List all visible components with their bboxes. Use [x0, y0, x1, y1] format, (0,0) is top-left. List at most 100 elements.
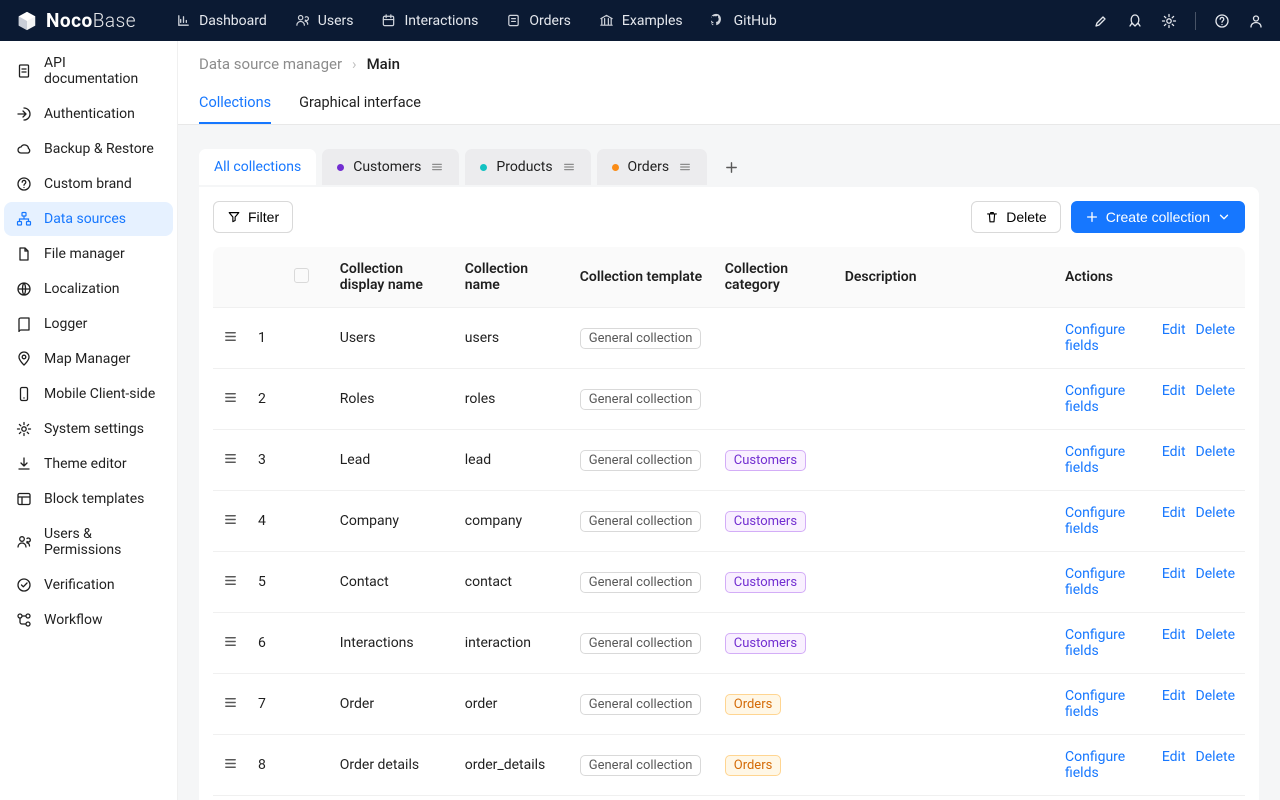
delete-link[interactable]: Delete: [1196, 749, 1235, 781]
order-icon: [506, 13, 521, 28]
filter-button[interactable]: Filter: [213, 201, 293, 233]
cell-description: [835, 308, 1055, 369]
topnav-item-examples[interactable]: Examples: [587, 7, 695, 35]
drag-handle-icon[interactable]: [223, 390, 238, 405]
delete-link[interactable]: Delete: [1196, 322, 1235, 354]
configure-fields-link[interactable]: Configure fields: [1065, 627, 1152, 659]
sidebar-item-label: Mobile Client-side: [44, 386, 155, 402]
inner-tabs: Collections Graphical interface: [178, 83, 1280, 125]
edit-link[interactable]: Edit: [1162, 444, 1186, 476]
configure-fields-link[interactable]: Configure fields: [1065, 444, 1152, 476]
cell-display-name: Company: [330, 491, 455, 552]
breadcrumb-parent[interactable]: Data source manager: [199, 55, 342, 73]
edit-link[interactable]: Edit: [1162, 627, 1186, 659]
cell-description: [835, 613, 1055, 674]
configure-fields-link[interactable]: Configure fields: [1065, 566, 1152, 598]
menu-icon[interactable]: [678, 160, 692, 174]
drag-handle-icon[interactable]: [223, 451, 238, 466]
edit-link[interactable]: Edit: [1162, 505, 1186, 537]
sidebar-item-logger[interactable]: Logger: [4, 307, 173, 341]
sidebar-item-workflow[interactable]: Workflow: [4, 603, 173, 637]
highlight-icon[interactable]: [1093, 13, 1109, 29]
topnav-item-github[interactable]: GitHub: [699, 7, 789, 35]
category-tab-customers[interactable]: Customers: [322, 149, 459, 185]
select-all-checkbox[interactable]: [294, 268, 309, 283]
cell-description: [835, 430, 1055, 491]
user-icon[interactable]: [1248, 13, 1264, 29]
tab-graphical-interface[interactable]: Graphical interface: [299, 83, 421, 124]
menu-icon[interactable]: [562, 160, 576, 174]
topnav-label: Examples: [622, 13, 683, 29]
configure-fields-link[interactable]: Configure fields: [1065, 383, 1152, 415]
question-icon: [16, 176, 32, 192]
category-tab-products[interactable]: Products: [465, 149, 590, 185]
drag-handle-icon[interactable]: [223, 695, 238, 710]
sidebar-item-api-documentation[interactable]: API documentation: [4, 46, 173, 96]
sidebar-item-map-manager[interactable]: Map Manager: [4, 342, 173, 376]
edit-link[interactable]: Edit: [1162, 383, 1186, 415]
sidebar-item-mobile-client-side[interactable]: Mobile Client-side: [4, 377, 173, 411]
configure-fields-link[interactable]: Configure fields: [1065, 322, 1152, 354]
sidebar-item-file-manager[interactable]: File manager: [4, 237, 173, 271]
th-description: Description: [835, 247, 1055, 308]
configure-fields-link[interactable]: Configure fields: [1065, 749, 1152, 781]
brand-logo[interactable]: NocoBase: [16, 9, 136, 32]
topnav-item-interactions[interactable]: Interactions: [369, 7, 490, 35]
delete-link[interactable]: Delete: [1196, 627, 1235, 659]
sidebar-item-label: Authentication: [44, 106, 135, 122]
template-tag: General collection: [580, 450, 702, 471]
sidebar-item-block-templates[interactable]: Block templates: [4, 482, 173, 516]
sidebar-item-backup-restore[interactable]: Backup & Restore: [4, 132, 173, 166]
delete-link[interactable]: Delete: [1196, 383, 1235, 415]
cell-name: order: [455, 674, 570, 735]
category-tab-orders[interactable]: Orders: [597, 149, 708, 185]
help-icon[interactable]: [1214, 13, 1230, 29]
configure-fields-link[interactable]: Configure fields: [1065, 505, 1152, 537]
topnav-item-users[interactable]: Users: [283, 7, 366, 35]
cell-name: order_details: [455, 735, 570, 796]
create-collection-button[interactable]: Create collection: [1071, 201, 1245, 233]
configure-fields-link[interactable]: Configure fields: [1065, 688, 1152, 720]
delete-button[interactable]: Delete: [971, 201, 1060, 233]
edit-link[interactable]: Edit: [1162, 322, 1186, 354]
tab-collections[interactable]: Collections: [199, 83, 271, 124]
settings-icon[interactable]: [1161, 13, 1177, 29]
row-number: 3: [248, 430, 284, 491]
category-tag: Customers: [725, 633, 806, 654]
github-icon: [711, 13, 726, 28]
doc-icon: [16, 63, 32, 79]
edit-link[interactable]: Edit: [1162, 688, 1186, 720]
cell-name: contact: [455, 552, 570, 613]
drag-handle-icon[interactable]: [223, 329, 238, 344]
sidebar-item-label: Map Manager: [44, 351, 130, 367]
topnav-label: Users: [318, 13, 354, 29]
login-icon: [16, 106, 32, 122]
sidebar-item-localization[interactable]: Localization: [4, 272, 173, 306]
sidebar-item-authentication[interactable]: Authentication: [4, 97, 173, 131]
collections-table: Collection display name Collection name …: [213, 247, 1245, 800]
edit-link[interactable]: Edit: [1162, 566, 1186, 598]
topnav-item-orders[interactable]: Orders: [494, 7, 583, 35]
sidebar-item-verification[interactable]: Verification: [4, 568, 173, 602]
sidebar-item-theme-editor[interactable]: Theme editor: [4, 447, 173, 481]
add-category-button[interactable]: [713, 147, 749, 187]
rocket-icon[interactable]: [1127, 13, 1143, 29]
delete-link[interactable]: Delete: [1196, 688, 1235, 720]
category-tab-all-collections[interactable]: All collections: [199, 149, 316, 185]
sidebar-item-data-sources[interactable]: Data sources: [4, 202, 173, 236]
drag-handle-icon[interactable]: [223, 573, 238, 588]
delete-link[interactable]: Delete: [1196, 566, 1235, 598]
table-row: 3 Lead lead General collection Customers…: [213, 430, 1245, 491]
sidebar-item-system-settings[interactable]: System settings: [4, 412, 173, 446]
drag-handle-icon[interactable]: [223, 756, 238, 771]
menu-icon[interactable]: [430, 160, 444, 174]
delete-link[interactable]: Delete: [1196, 444, 1235, 476]
delete-link[interactable]: Delete: [1196, 505, 1235, 537]
topnav-item-dashboard[interactable]: Dashboard: [164, 7, 279, 35]
sidebar-item-users-permissions[interactable]: Users & Permissions: [4, 517, 173, 567]
edit-link[interactable]: Edit: [1162, 749, 1186, 781]
drag-handle-icon[interactable]: [223, 512, 238, 527]
sidebar-item-label: System settings: [44, 421, 144, 437]
drag-handle-icon[interactable]: [223, 634, 238, 649]
sidebar-item-custom-brand[interactable]: Custom brand: [4, 167, 173, 201]
